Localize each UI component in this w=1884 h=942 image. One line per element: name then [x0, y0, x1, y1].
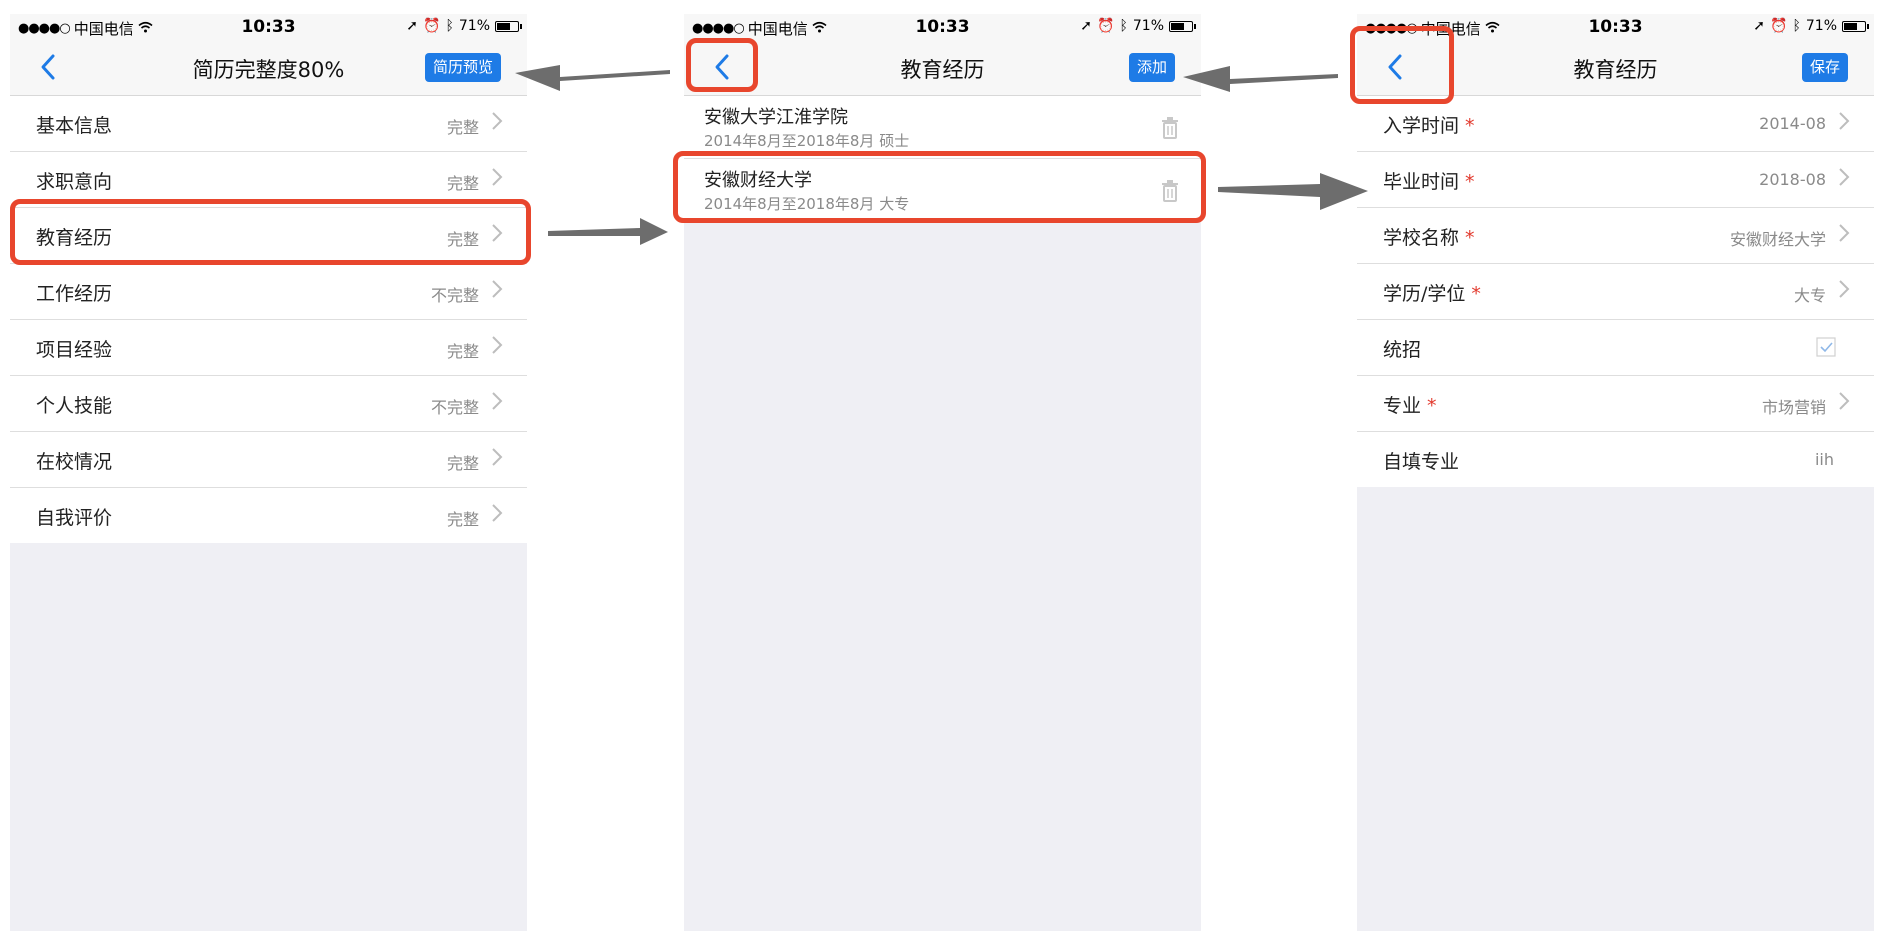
arrow-to-screen-2	[548, 218, 668, 245]
arrow-to-screen-1	[515, 65, 670, 91]
arrow-to-screen-1-from-3	[1183, 66, 1338, 92]
flow-arrows	[515, 65, 1368, 245]
arrow-to-screen-3	[1218, 173, 1368, 210]
